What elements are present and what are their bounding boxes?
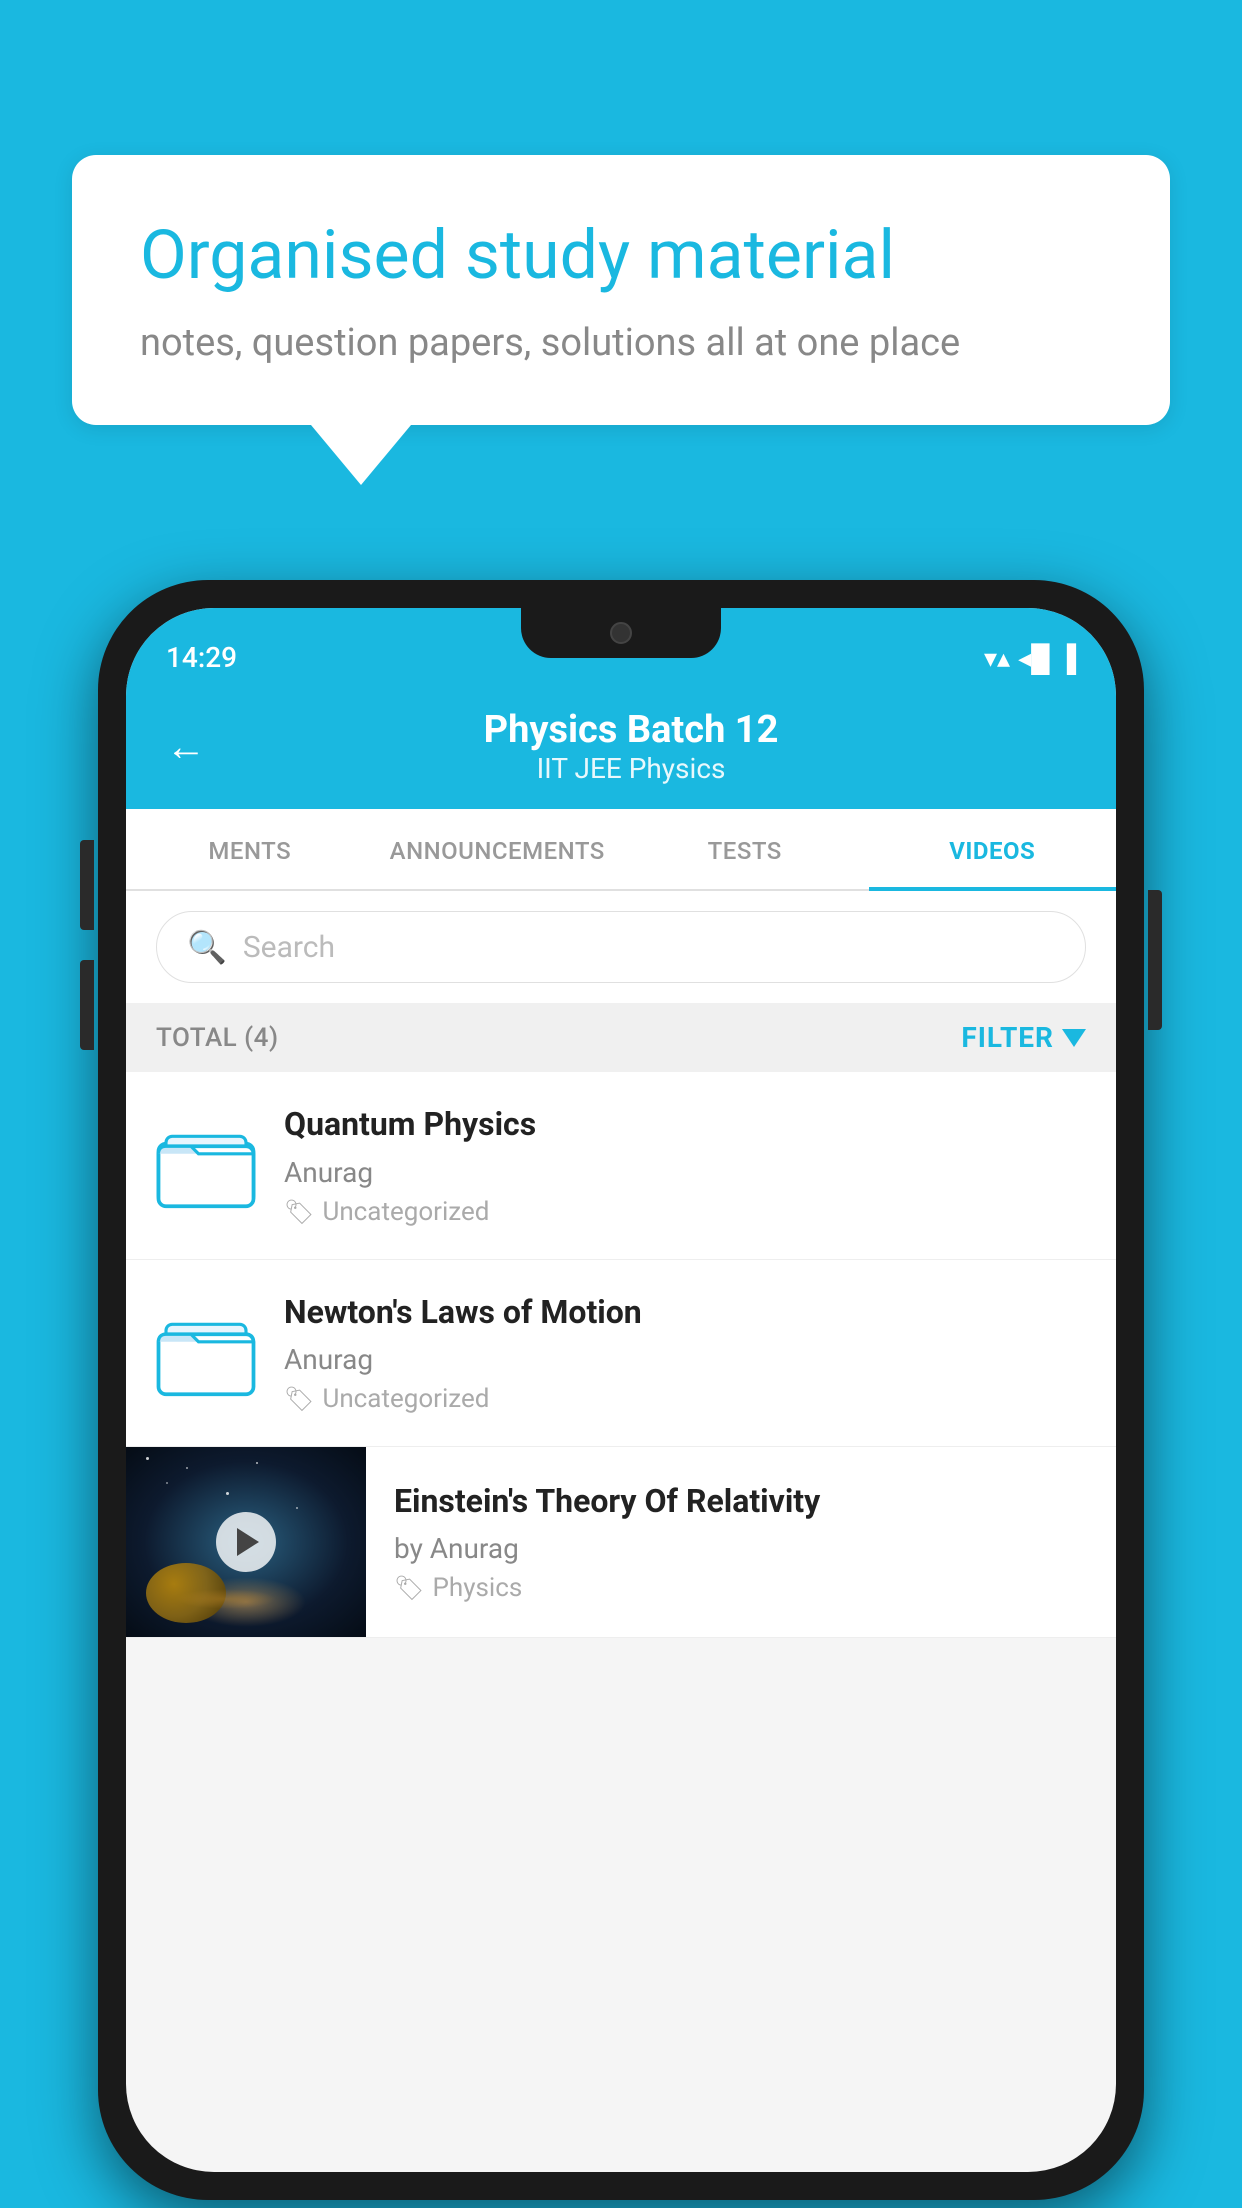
tab-announcements[interactable]: ANNOUNCEMENTS (374, 809, 622, 889)
video-title: Newton's Laws of Motion (284, 1292, 1086, 1334)
signal-icon: ◂█ (1018, 643, 1049, 674)
phone-device: 14:29 ▾▴ ◂█ ▐ ← Physics Batch 12 IIT JEE… (98, 580, 1144, 2200)
folder-icon (156, 1308, 256, 1398)
video-thumbnail (126, 1447, 366, 1637)
total-count: TOTAL (4) (156, 1023, 279, 1053)
speech-bubble-arrow (311, 425, 411, 485)
tab-videos[interactable]: VIDEOS (869, 809, 1117, 889)
app-header: ← Physics Batch 12 IIT JEE Physics (126, 688, 1116, 809)
search-icon: 🔍 (187, 928, 227, 966)
batch-subtitle: IIT JEE Physics (236, 752, 1026, 785)
video-tag: 🏷 Physics (394, 1573, 1096, 1603)
play-button[interactable] (216, 1512, 276, 1572)
video-info: Einstein's Theory Of Relativity by Anura… (366, 1453, 1116, 1632)
search-bar[interactable]: 🔍 Search (156, 911, 1086, 983)
video-author: Anurag (284, 1156, 1086, 1189)
phone-screen: 14:29 ▾▴ ◂█ ▐ ← Physics Batch 12 IIT JEE… (126, 608, 1116, 2172)
front-camera (610, 622, 632, 644)
volume-up-button (80, 840, 94, 930)
video-title: Quantum Physics (284, 1104, 1086, 1146)
video-tag: 🏷 Uncategorized (284, 1384, 1086, 1414)
search-placeholder: Search (243, 930, 335, 965)
tab-ments[interactable]: MENTS (126, 809, 374, 889)
speech-bubble-container: Organised study material notes, question… (72, 155, 1170, 485)
filter-label: FILTER (961, 1021, 1054, 1054)
speech-bubble: Organised study material notes, question… (72, 155, 1170, 425)
video-info: Newton's Laws of Motion Anurag 🏷 Uncateg… (284, 1292, 1086, 1415)
list-item[interactable]: Quantum Physics Anurag 🏷 Uncategorized (126, 1072, 1116, 1260)
tag-label: Physics (432, 1573, 522, 1603)
tab-bar: MENTS ANNOUNCEMENTS TESTS VIDEOS (126, 809, 1116, 891)
tag-icon: 🏷 (284, 1198, 314, 1226)
video-author: by Anurag (394, 1532, 1096, 1565)
tag-label: Uncategorized (322, 1197, 489, 1227)
search-container: 🔍 Search (126, 891, 1116, 1003)
list-item[interactable]: Einstein's Theory Of Relativity by Anura… (126, 1447, 1116, 1638)
folder-icon (156, 1120, 256, 1210)
filter-row: TOTAL (4) FILTER (126, 1003, 1116, 1072)
tab-tests[interactable]: TESTS (621, 809, 869, 889)
video-tag: 🏷 Uncategorized (284, 1197, 1086, 1227)
speech-bubble-subtitle: notes, question papers, solutions all at… (140, 321, 1102, 365)
phone-notch (521, 608, 721, 658)
back-button[interactable]: ← (166, 723, 206, 770)
video-title: Einstein's Theory Of Relativity (394, 1481, 1096, 1523)
status-icons: ▾▴ ◂█ ▐ (984, 643, 1076, 674)
status-time: 14:29 (166, 641, 237, 674)
header-title-block: Physics Batch 12 IIT JEE Physics (236, 708, 1026, 785)
play-icon (237, 1528, 259, 1556)
volume-down-button (80, 960, 94, 1050)
video-list: Quantum Physics Anurag 🏷 Uncategorized (126, 1072, 1116, 1638)
speech-bubble-title: Organised study material (140, 215, 1102, 297)
video-author: Anurag (284, 1343, 1086, 1376)
filter-icon (1062, 1029, 1086, 1047)
batch-title: Physics Batch 12 (236, 708, 1026, 752)
power-button (1148, 890, 1162, 1030)
wifi-icon: ▾▴ (984, 644, 1010, 674)
tag-label: Uncategorized (322, 1384, 489, 1414)
filter-button[interactable]: FILTER (961, 1021, 1086, 1054)
tag-icon: 🏷 (394, 1574, 424, 1602)
video-info: Quantum Physics Anurag 🏷 Uncategorized (284, 1104, 1086, 1227)
battery-icon: ▐ (1058, 643, 1076, 674)
tag-icon: 🏷 (284, 1385, 314, 1413)
list-item[interactable]: Newton's Laws of Motion Anurag 🏷 Uncateg… (126, 1260, 1116, 1448)
